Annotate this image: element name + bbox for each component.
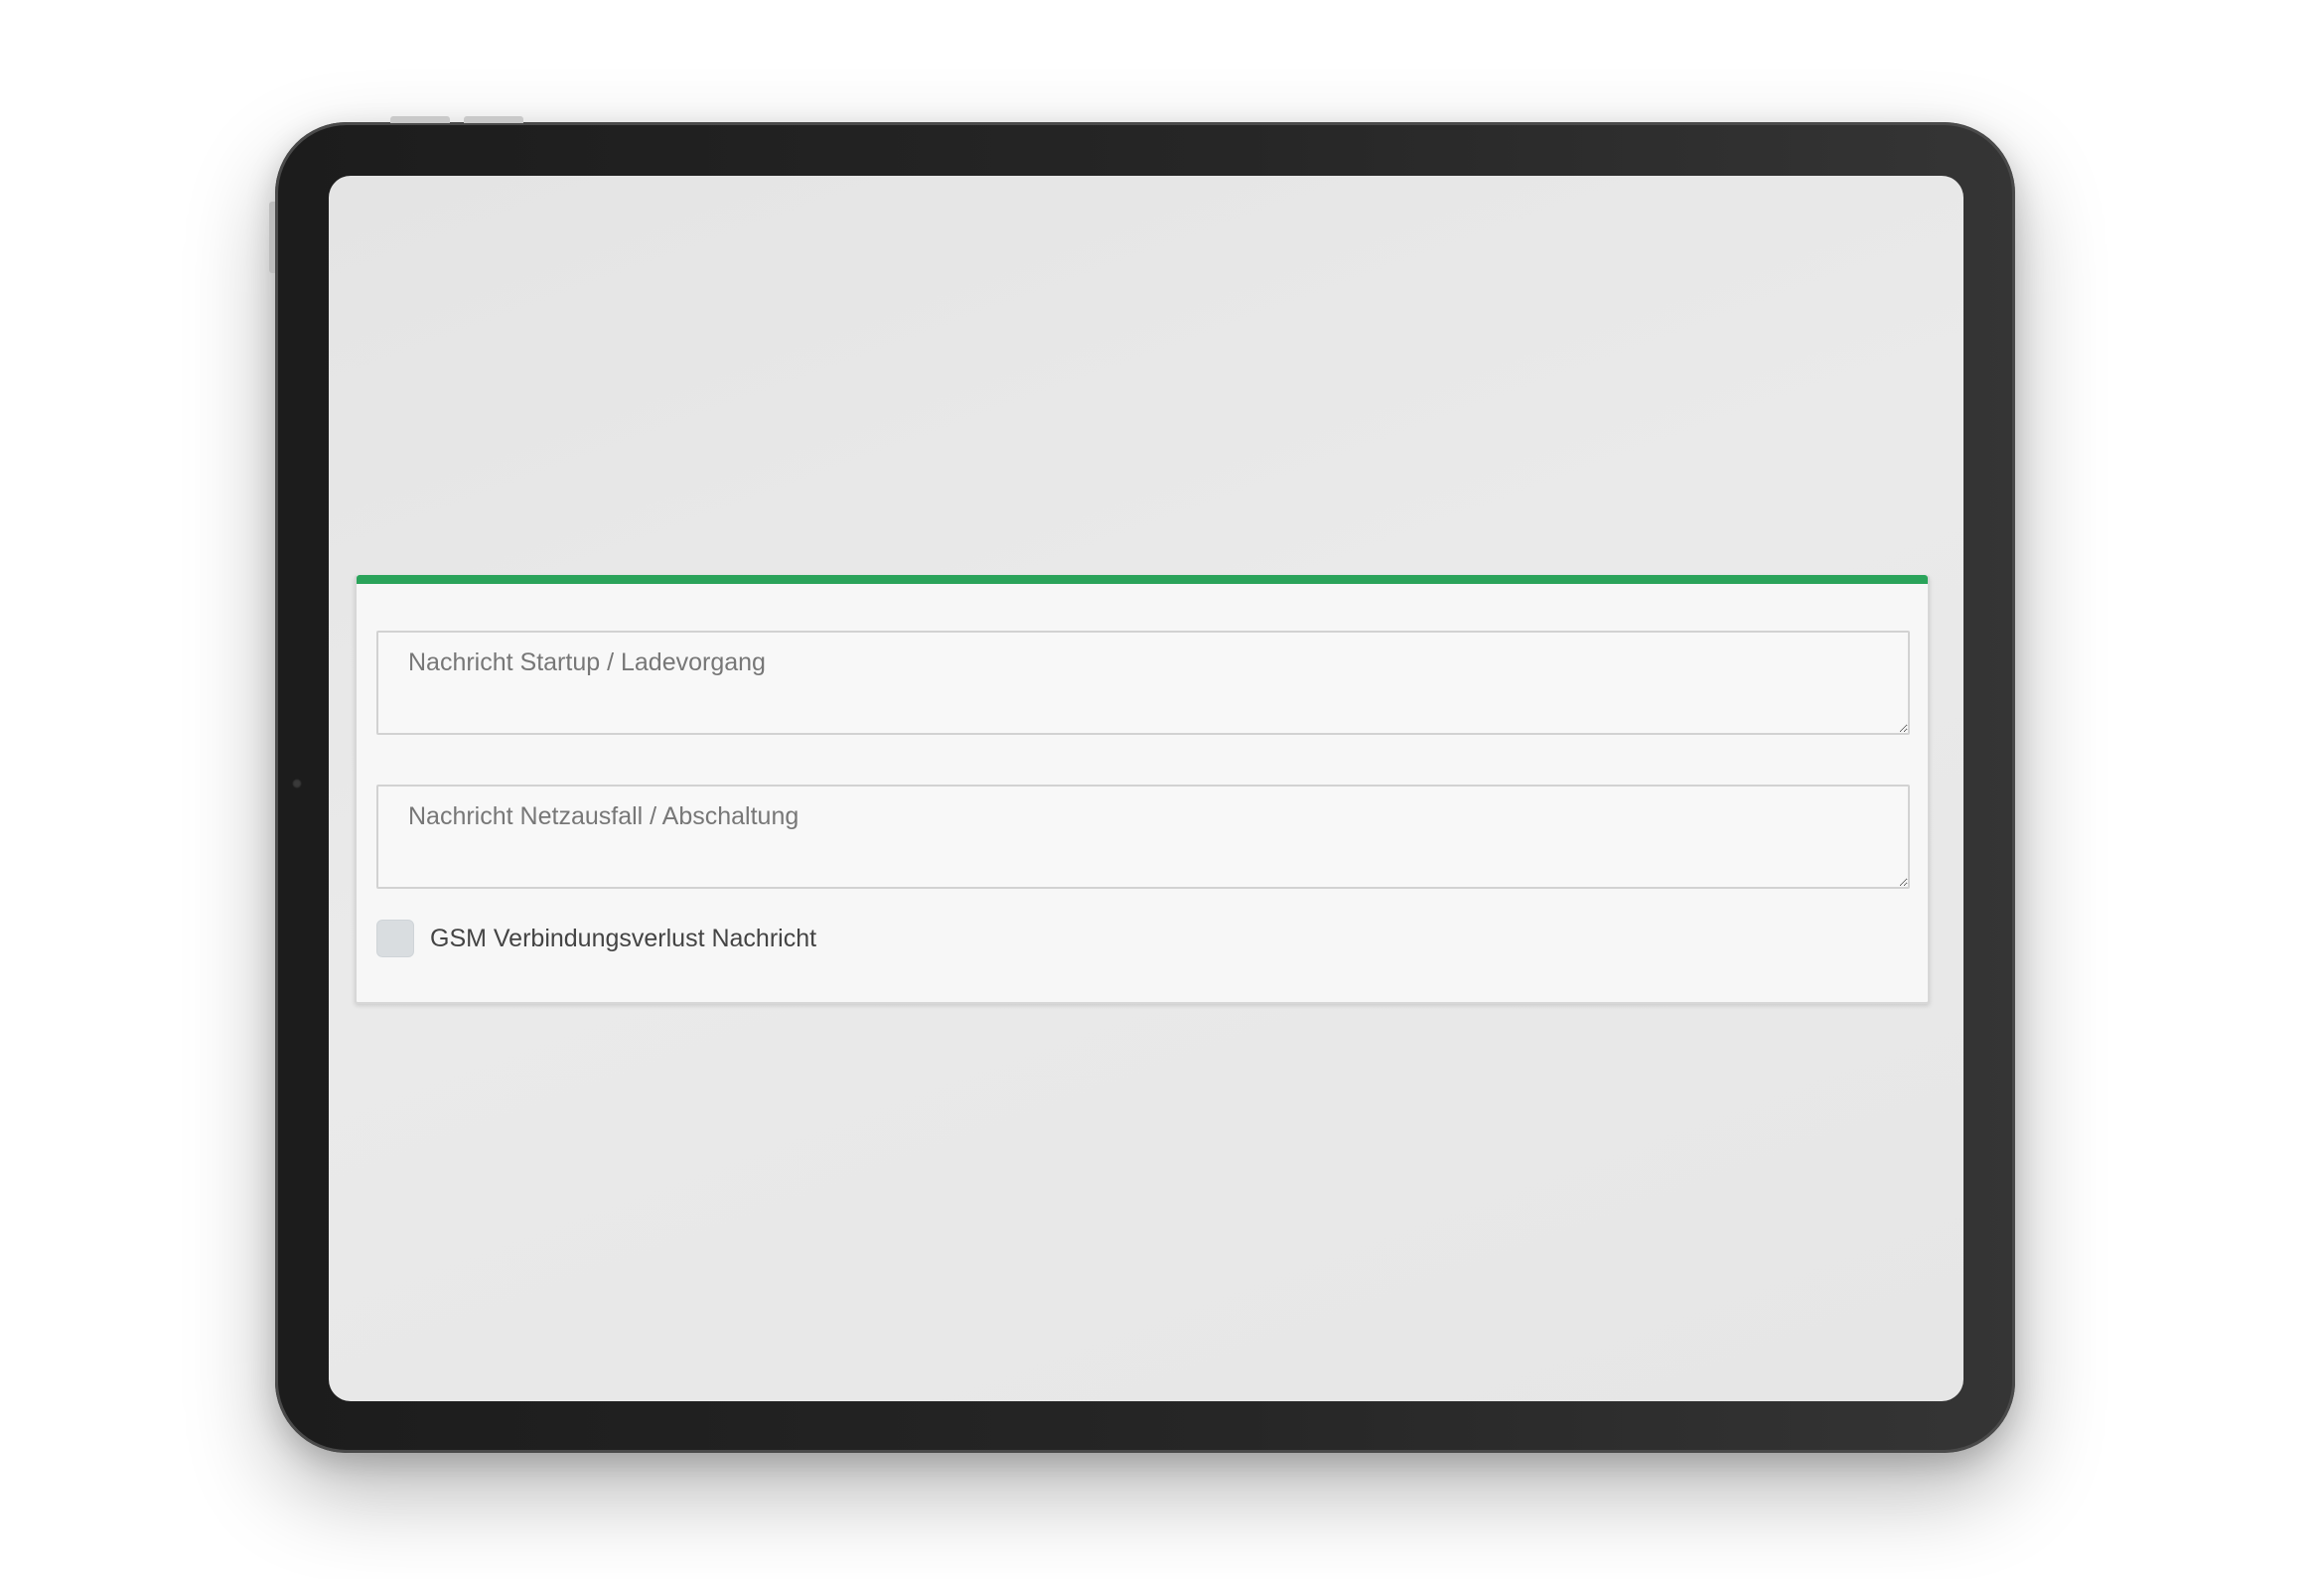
message-settings-card: GSM Verbindungsverlust Nachricht [355,575,1930,1004]
tablet-screen: GSM Verbindungsverlust Nachricht [329,176,1963,1401]
card-accent-bar [357,575,1928,584]
front-camera-icon [292,779,302,789]
gsm-connection-loss-checkbox[interactable] [376,920,414,957]
power-button [464,116,523,123]
mockup-stage: GSM Verbindungsverlust Nachricht [0,0,2324,1579]
volume-button [390,116,450,123]
startup-message-textarea[interactable] [376,631,1910,735]
side-button [269,202,275,273]
gsm-checkbox-label: GSM Verbindungsverlust Nachricht [430,924,817,952]
gsm-checkbox-row[interactable]: GSM Verbindungsverlust Nachricht [376,919,816,958]
tablet-device-frame: GSM Verbindungsverlust Nachricht [269,116,2015,1453]
power-failure-message-textarea[interactable] [376,785,1910,889]
